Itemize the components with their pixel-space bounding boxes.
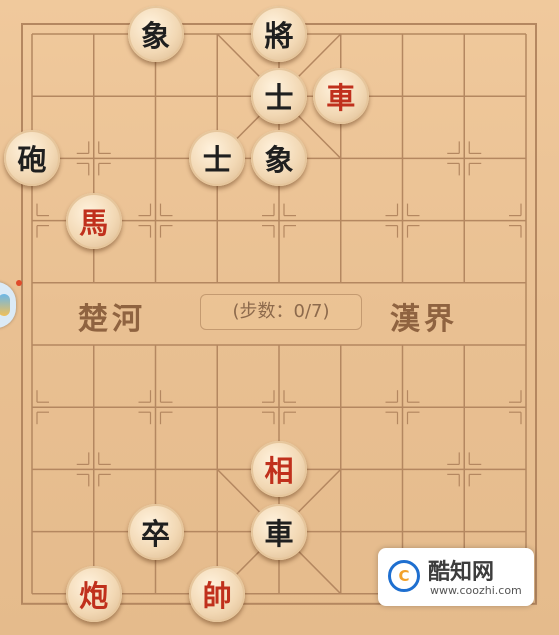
black-piece-象[interactable]: 象 bbox=[127, 6, 184, 62]
notification-dot bbox=[16, 280, 22, 286]
watermark-badge: C 酷知网 www.coozhi.com bbox=[378, 548, 534, 606]
red-piece-車[interactable]: 車 bbox=[312, 68, 369, 125]
red-piece-馬[interactable]: 馬 bbox=[65, 192, 122, 249]
river-label-han-jie: 漢界 bbox=[390, 302, 458, 337]
step-counter: (步数：0/7) bbox=[200, 294, 362, 330]
watermark-logo-icon: C bbox=[388, 560, 420, 592]
river-label-chu-he: 楚河 bbox=[78, 302, 146, 337]
black-piece-卒[interactable]: 卒 bbox=[127, 503, 184, 560]
red-piece-炮[interactable]: 炮 bbox=[65, 565, 122, 622]
black-piece-象[interactable]: 象 bbox=[251, 130, 307, 187]
red-piece-相[interactable]: 相 bbox=[251, 441, 307, 498]
black-piece-砲[interactable]: 砲 bbox=[4, 130, 60, 187]
black-piece-將[interactable]: 將 bbox=[251, 6, 307, 62]
black-piece-士[interactable]: 士 bbox=[251, 68, 307, 125]
chess-board: 楚河 (步数：0/7) 漢界 象將士車砲士象馬相卒車炮帥 bbox=[0, 0, 559, 635]
watermark-title: 酷知网 bbox=[428, 559, 495, 585]
red-piece-帥[interactable]: 帥 bbox=[189, 565, 246, 622]
black-piece-車[interactable]: 車 bbox=[251, 503, 307, 560]
watermark-url: www.coozhi.com bbox=[430, 584, 522, 597]
